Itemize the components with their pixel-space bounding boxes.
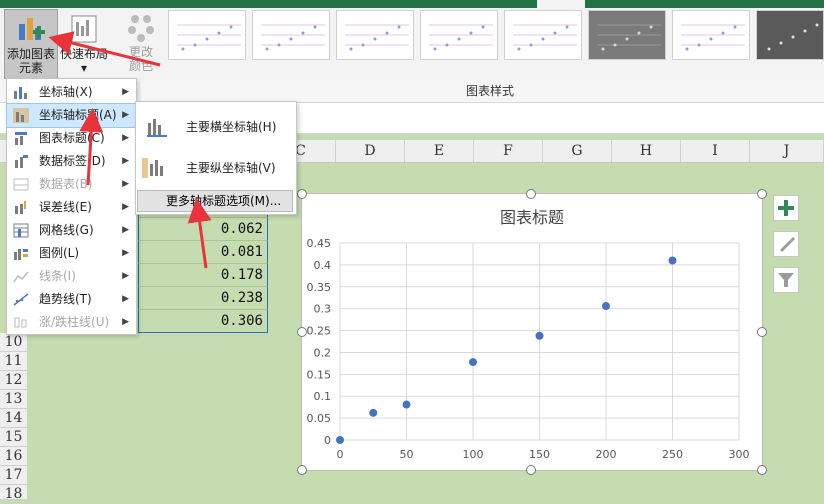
annotation-arrows — [48, 31, 212, 269]
arrow-to-more-options — [187, 198, 212, 269]
arrow-to-axis-title — [79, 108, 104, 186]
arrow-to-add-element — [48, 31, 161, 67]
